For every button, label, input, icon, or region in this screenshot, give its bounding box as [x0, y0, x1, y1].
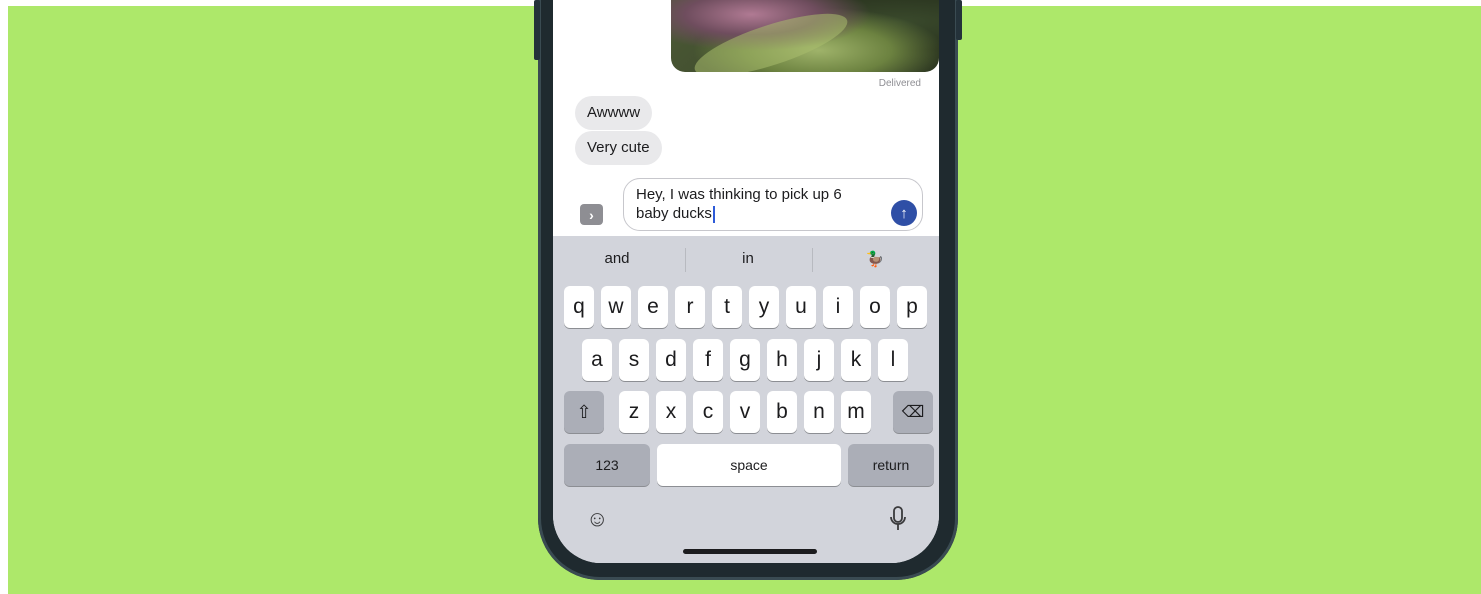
return-key[interactable]: return: [848, 444, 934, 486]
key-t[interactable]: t: [712, 286, 742, 328]
delivered-status: Delivered: [878, 78, 921, 89]
key-n[interactable]: n: [804, 391, 834, 433]
chevron-right-icon[interactable]: ›: [580, 204, 603, 225]
key-r[interactable]: r: [675, 286, 705, 328]
space-key[interactable]: space: [657, 444, 841, 486]
key-e[interactable]: e: [638, 286, 668, 328]
key-u[interactable]: u: [786, 286, 816, 328]
suggestion-item[interactable]: and: [553, 250, 681, 267]
message-text-line: baby ducks: [636, 204, 882, 223]
suggestion-bar: and in 🦆: [553, 236, 939, 282]
shift-icon[interactable]: ⇧: [564, 391, 604, 433]
key-v[interactable]: v: [730, 391, 760, 433]
key-y[interactable]: y: [749, 286, 779, 328]
microphone-icon-svg: [890, 506, 906, 530]
key-h[interactable]: h: [767, 339, 797, 381]
numbers-key[interactable]: 123: [564, 444, 650, 486]
key-p[interactable]: p: [897, 286, 927, 328]
received-message[interactable]: Awwww: [575, 96, 653, 130]
key-m[interactable]: m: [841, 391, 871, 433]
key-z[interactable]: z: [619, 391, 649, 433]
microphone-icon[interactable]: [889, 506, 907, 538]
key-x[interactable]: x: [656, 391, 686, 433]
message-text-line: Hey, I was thinking to pick up 6: [636, 186, 842, 203]
key-f[interactable]: f: [693, 339, 723, 381]
arrow-up-icon[interactable]: ↑: [891, 200, 917, 226]
key-i[interactable]: i: [823, 286, 853, 328]
duck-emoji-suggestion[interactable]: 🦆: [811, 250, 939, 268]
text-cursor: [712, 205, 715, 223]
keyboard: and in 🦆 q w e r t y u i o p a s d f g h…: [553, 236, 939, 563]
key-j[interactable]: j: [804, 339, 834, 381]
phone-side-button: [534, 0, 540, 60]
key-d[interactable]: d: [656, 339, 686, 381]
suggestion-item[interactable]: in: [684, 250, 812, 267]
key-c[interactable]: c: [693, 391, 723, 433]
phone-screen: Delivered Awwww Very cute › Hey, I was t…: [553, 0, 939, 563]
key-b[interactable]: b: [767, 391, 797, 433]
emoji-icon[interactable]: ☺: [586, 506, 608, 532]
phone-side-button: [956, 0, 962, 40]
key-s[interactable]: s: [619, 339, 649, 381]
key-o[interactable]: o: [860, 286, 890, 328]
home-indicator: [683, 549, 817, 554]
key-l[interactable]: l: [878, 339, 908, 381]
message-input[interactable]: Hey, I was thinking to pick up 6 baby du…: [623, 178, 923, 231]
key-w[interactable]: w: [601, 286, 631, 328]
backspace-icon[interactable]: ⌫: [893, 391, 933, 433]
key-g[interactable]: g: [730, 339, 760, 381]
key-a[interactable]: a: [582, 339, 612, 381]
key-q[interactable]: q: [564, 286, 594, 328]
message-text-line-2: baby ducks: [636, 205, 712, 222]
key-k[interactable]: k: [841, 339, 871, 381]
received-message[interactable]: Very cute: [575, 131, 662, 165]
sent-photo[interactable]: [671, 0, 939, 72]
